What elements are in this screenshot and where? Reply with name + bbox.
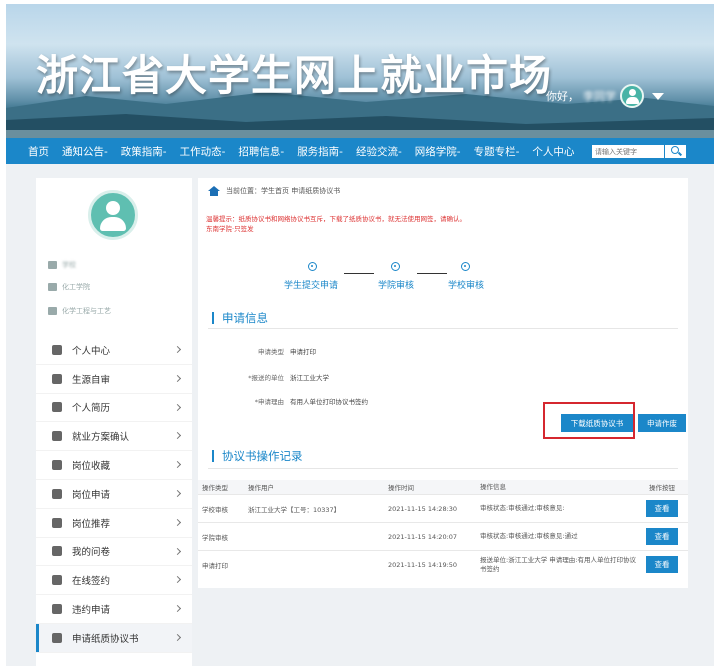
- form-row-type: 申请类型 申请打印: [258, 348, 316, 356]
- step-connector: [344, 273, 374, 274]
- progress-steps: 学生提交申请 学院审核 学校审核: [280, 262, 490, 292]
- school-icon: [48, 261, 57, 269]
- nav-item-recruitment[interactable]: 招聘信息-: [238, 144, 284, 159]
- divider: [208, 468, 678, 469]
- nav-item-service[interactable]: 服务指南-: [297, 144, 343, 159]
- sidebar-info-school: 学校: [48, 260, 76, 270]
- chevron-right-icon: [173, 547, 182, 555]
- sidebar: 学校 化工学院 化学工程与工艺 个人中心 生源自审 个人简历 就业方案确认 岗位…: [36, 178, 192, 666]
- chevron-right-icon: [173, 374, 182, 382]
- nav-item-home[interactable]: 首页: [28, 144, 49, 159]
- records-table: 操作类型 操作用户 操作时间 操作信息 操作按钮 学校审核 浙江工业大学【工号：…: [198, 480, 688, 578]
- chevron-right-icon: [173, 432, 182, 440]
- list-icon: [52, 517, 62, 528]
- sidebar-menu: 个人中心 生源自审 个人简历 就业方案确认 岗位收藏 岗位申请 岗位推荐 我的问…: [36, 336, 192, 653]
- step-label-1: 学生提交申请: [284, 281, 339, 291]
- caret-down-icon[interactable]: [652, 92, 664, 100]
- document-icon: [52, 402, 62, 413]
- chevron-right-icon: [173, 605, 182, 613]
- chevron-right-icon: [173, 518, 182, 526]
- sidebar-item-personal-center[interactable]: 个人中心: [36, 336, 192, 365]
- sidebar-item-job-favorites[interactable]: 岗位收藏: [36, 451, 192, 480]
- step-dot-1: [308, 262, 317, 271]
- step-label-2: 学院审核: [378, 281, 415, 291]
- table-row: 申请打印 2021-11-15 14:19:50 报送单位:浙江工业大学 申请理…: [198, 550, 688, 578]
- chevron-right-icon: [173, 403, 182, 411]
- sidebar-item-source-review[interactable]: 生源自审: [36, 365, 192, 394]
- download-paper-agreement-button[interactable]: 下载纸质协议书: [561, 414, 633, 432]
- nav-item-policy[interactable]: 政策指南-: [121, 144, 167, 159]
- nav-item-experience[interactable]: 经验交流-: [356, 144, 402, 159]
- site-title: 浙江省大学生网上就业市场: [36, 51, 553, 100]
- nav-item-work-news[interactable]: 工作动态-: [180, 144, 226, 159]
- list-icon: [52, 373, 62, 384]
- sidebar-info-major: 化学工程与工艺: [48, 306, 111, 316]
- nav-item-personal-center[interactable]: 个人中心: [532, 144, 574, 159]
- chevron-right-icon: [173, 489, 182, 498]
- star-icon: [52, 488, 62, 499]
- chevron-right-icon: [173, 576, 182, 584]
- greeting-text: 你好，: [546, 90, 579, 103]
- graduation-cap-icon: [48, 283, 57, 291]
- nav-item-online-college[interactable]: 网络学院-: [415, 144, 461, 159]
- nav-item-notices[interactable]: 通知公告-: [62, 144, 108, 159]
- user-icon: [52, 344, 62, 355]
- main-panel: 当前位置：学生首页 申请纸质协议书 温馨提示：纸质协议书和网络协议书互斥，下载了…: [198, 178, 688, 588]
- records-title: 协议书操作记录: [212, 450, 303, 462]
- sidebar-item-resume[interactable]: 个人简历: [36, 394, 192, 423]
- profile-avatar-icon: [88, 190, 138, 240]
- sidebar-item-questionnaire[interactable]: 我的问卷: [36, 538, 192, 567]
- nav-item-topics[interactable]: 专题专栏-: [474, 144, 520, 159]
- sidebar-item-job-recommend[interactable]: 岗位推荐: [36, 509, 192, 538]
- sidebar-info-college: 化工学院: [48, 282, 90, 292]
- sidebar-item-online-signing[interactable]: 在线签约: [36, 566, 192, 596]
- table-row: 学院审核 2021-11-15 14:20:07 审核状态:审核通过;审核意见:…: [198, 522, 688, 550]
- step-label-3: 学校审核: [448, 281, 485, 291]
- view-button[interactable]: 查看: [646, 556, 678, 573]
- sidebar-item-paper-agreement[interactable]: 申请纸质协议书: [36, 623, 192, 653]
- list-icon: [52, 431, 62, 442]
- view-button[interactable]: 查看: [646, 500, 678, 517]
- list-icon: [52, 604, 62, 615]
- divider: [208, 328, 678, 329]
- chevron-right-icon: [173, 345, 182, 354]
- main-nav: 首页 通知公告- 政策指南- 工作动态- 招聘信息- 服务指南- 经验交流- 网…: [6, 138, 714, 164]
- list-icon: [52, 575, 62, 586]
- table-row: 学校审核 浙江工业大学【工号：10337】 2021-11-15 14:28:3…: [198, 494, 688, 522]
- chevron-right-icon: [173, 633, 182, 642]
- nav-search: [592, 145, 686, 158]
- step-dot-2: [391, 262, 400, 271]
- building-icon: [48, 307, 57, 315]
- search-input[interactable]: [592, 145, 664, 158]
- document-icon: [52, 546, 62, 557]
- breadcrumb: 当前位置：学生首页 申请纸质协议书: [208, 186, 340, 196]
- notice-text: 温馨提示：纸质协议书和网络协议书互斥，下载了纸质协议书，就无法使用网签，请确认。…: [206, 215, 466, 233]
- view-button[interactable]: 查看: [646, 528, 678, 545]
- step-dot-3: [461, 262, 470, 271]
- page: 浙江省大学生网上就业市场 你好， 李同学 首页 通知公告- 政策指南- 工作动态…: [0, 0, 720, 666]
- table-header: 操作类型 操作用户 操作时间 操作信息 操作按钮: [198, 480, 688, 494]
- star-icon: [52, 460, 62, 471]
- site-banner: 浙江省大学生网上就业市场 你好， 李同学: [6, 4, 714, 138]
- search-icon[interactable]: [664, 145, 686, 158]
- sidebar-item-employment-plan[interactable]: 就业方案确认: [36, 422, 192, 452]
- home-icon[interactable]: [208, 186, 220, 196]
- form-row-unit: *报送的单位 浙江工业大学: [248, 374, 329, 382]
- step-connector: [417, 273, 447, 274]
- list-icon: [52, 632, 62, 643]
- form-row-reason: *申请理由 有用人单位打印协议书签约: [254, 398, 368, 406]
- apply-info-title: 申请信息: [212, 312, 268, 324]
- sidebar-item-breach-application[interactable]: 违约申请: [36, 595, 192, 624]
- user-avatar-icon[interactable]: [620, 84, 644, 108]
- sidebar-item-job-applications[interactable]: 岗位申请: [36, 480, 192, 509]
- user-menu[interactable]: 你好， 李同学: [546, 84, 664, 108]
- chevron-right-icon: [173, 461, 182, 469]
- apply-void-button[interactable]: 申请作废: [638, 414, 686, 432]
- user-name: 李同学: [583, 90, 616, 103]
